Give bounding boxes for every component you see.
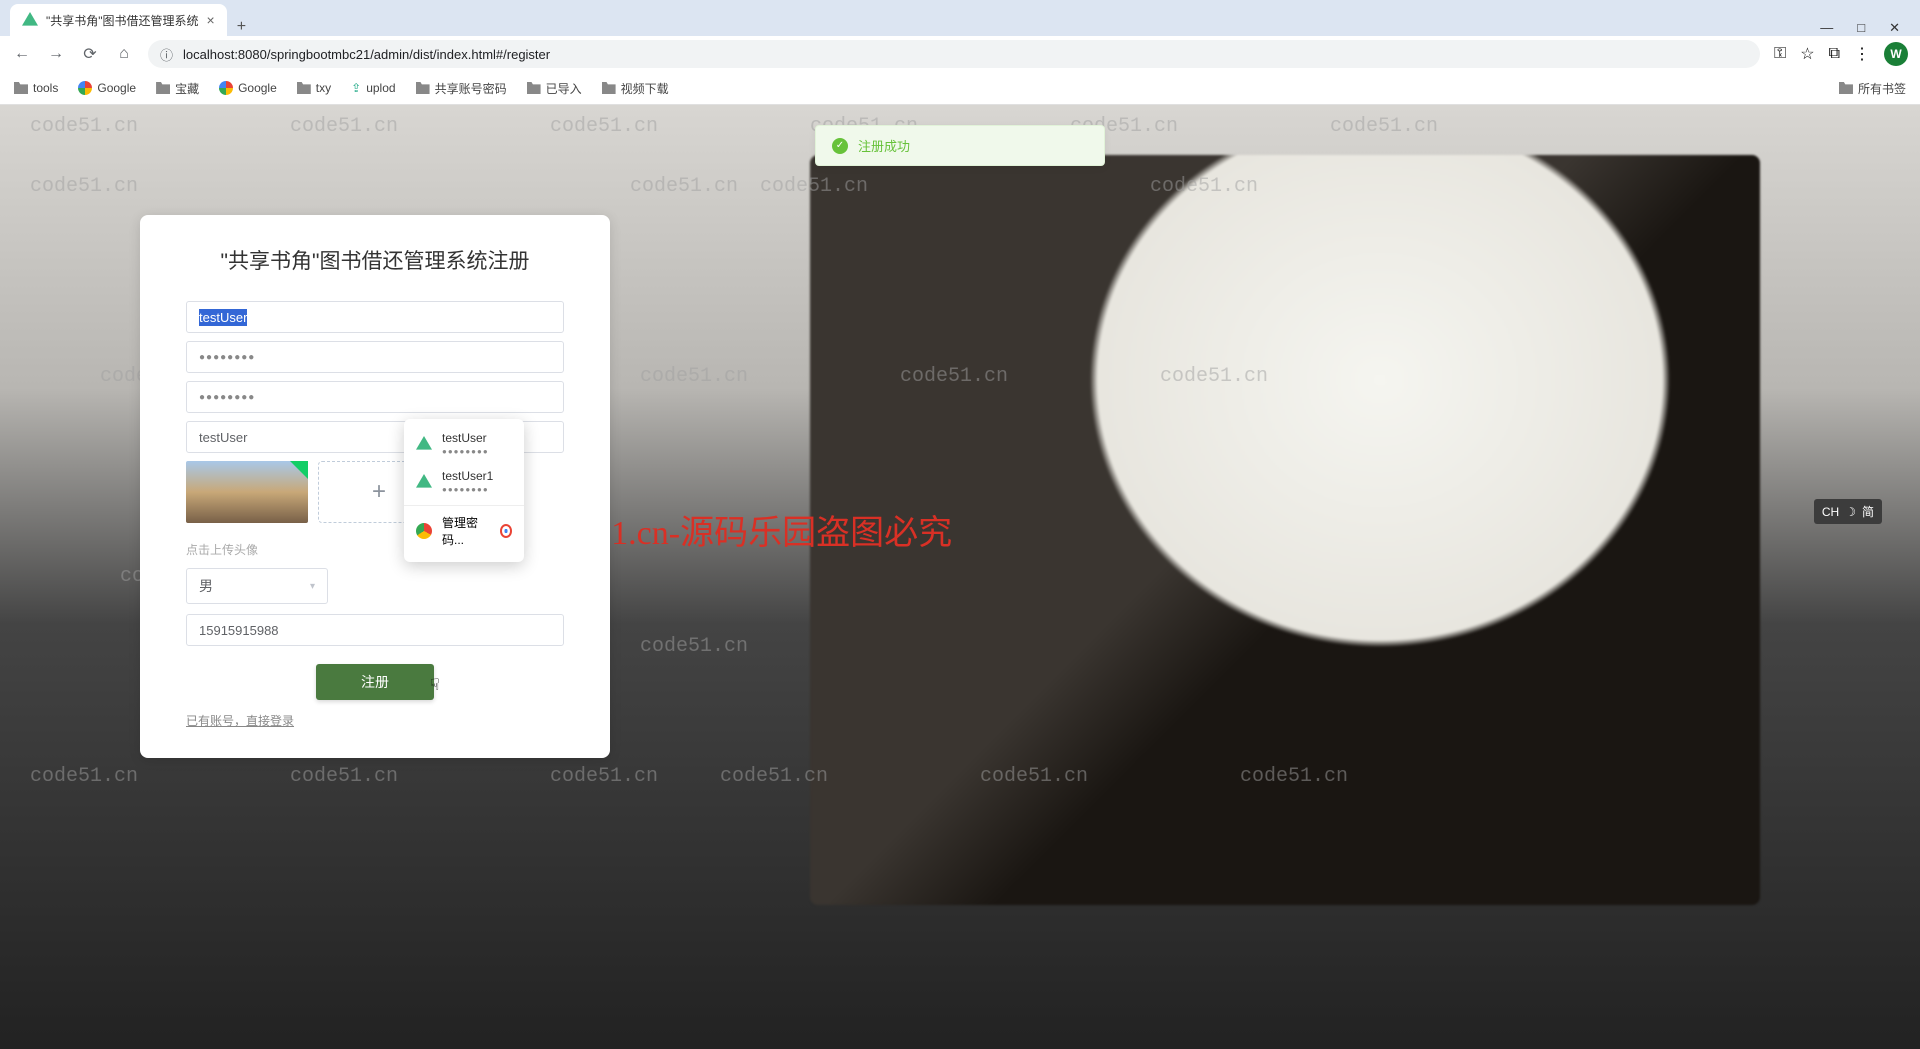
tab-title: "共享书角"图书借还管理系统 [46, 12, 199, 29]
login-link[interactable]: 已有账号，直接登录 [186, 714, 294, 728]
manage-passwords-button[interactable]: 管理密码... [404, 505, 524, 556]
page-content: code51.cn code51.cn code51.cn code51.cn … [0, 105, 1920, 1049]
bookmark-star-icon[interactable]: ☆ [1800, 44, 1814, 64]
password-suggestion-item[interactable]: testUser ●●●●●●●● [404, 425, 524, 463]
confirm-password-input[interactable]: ●●●●●●●● [186, 381, 564, 413]
window-controls: — □ ✕ [1800, 20, 1920, 36]
folder-icon [297, 82, 311, 94]
success-toast: ✓ 注册成功 [815, 125, 1105, 166]
vue-favicon-icon [22, 12, 38, 28]
maximize-button[interactable]: □ [1857, 20, 1865, 36]
home-button[interactable]: ⌂ [114, 44, 134, 64]
bookmark-video-dl[interactable]: 视频下载 [602, 80, 669, 97]
username-input[interactable]: testUser [186, 301, 564, 333]
background-book-image [810, 155, 1760, 905]
site-info-icon[interactable]: ⓘ [160, 45, 173, 64]
google-passwords-icon [500, 524, 512, 538]
chrome-icon [416, 523, 432, 539]
bookmark-treasure[interactable]: 宝藏 [156, 80, 199, 97]
ime-indicator[interactable]: CH ☽ 简 [1814, 499, 1882, 524]
all-bookmarks[interactable]: 所有书签 [1839, 80, 1906, 97]
card-title: "共享书角"图书借还管理系统注册 [186, 245, 564, 275]
password-input[interactable]: ●●●●●●●● [186, 341, 564, 373]
gender-value: 男 [199, 576, 213, 596]
bookmark-google2[interactable]: Google [219, 81, 277, 95]
password-suggestion-dropdown: testUser ●●●●●●●● testUser1 ●●●●●●●● 管理密… [404, 419, 524, 562]
google-icon [219, 81, 233, 95]
upload-icon: ⇪ [351, 81, 361, 95]
forward-button[interactable]: → [46, 44, 66, 64]
bookmark-imported[interactable]: 已导入 [527, 80, 582, 97]
new-tab-button[interactable]: + [227, 18, 256, 36]
vue-site-icon [416, 436, 432, 452]
close-window-button[interactable]: ✕ [1889, 20, 1900, 36]
gender-select[interactable]: 男 ▾ [186, 568, 328, 604]
bookmark-shared-pw[interactable]: 共享账号密码 [416, 80, 507, 97]
google-icon [78, 81, 92, 95]
folder-icon [416, 82, 430, 94]
password-key-icon[interactable]: ⚿ [1774, 45, 1786, 63]
success-check-icon: ✓ [832, 138, 848, 154]
chevron-down-icon: ▾ [310, 581, 315, 592]
menu-icon[interactable]: ⋮ [1854, 44, 1870, 64]
browser-chrome: "共享书角"图书借还管理系统 × + — □ ✕ ← → ⟳ ⌂ ⓘ local… [0, 0, 1920, 105]
vue-site-icon [416, 474, 432, 490]
folder-icon [527, 82, 541, 94]
bookmark-txy[interactable]: txy [297, 81, 331, 95]
moon-icon: ☽ [1845, 505, 1856, 519]
folder-icon [14, 82, 28, 94]
profile-avatar[interactable]: W [1884, 42, 1908, 66]
toast-text: 注册成功 [858, 136, 910, 155]
url-text: localhost:8080/springbootmbc21/admin/dis… [183, 47, 550, 62]
url-input[interactable]: ⓘ localhost:8080/springbootmbc21/admin/d… [148, 40, 1760, 68]
extensions-icon[interactable]: ⧉ [1829, 45, 1840, 63]
uploaded-avatar-thumbnail[interactable] [186, 461, 308, 523]
close-tab-icon[interactable]: × [207, 12, 215, 28]
password-suggestion-item[interactable]: testUser1 ●●●●●●●● [404, 463, 524, 501]
bookmark-uplod[interactable]: ⇪uplod [351, 81, 395, 95]
phone-input[interactable] [186, 614, 564, 646]
upload-success-badge-icon [290, 461, 308, 479]
bookmarks-bar: tools Google 宝藏 Google txy ⇪uplod 共享账号密码… [0, 72, 1920, 104]
folder-icon [1839, 82, 1853, 94]
folder-icon [156, 82, 170, 94]
address-bar: ← → ⟳ ⌂ ⓘ localhost:8080/springbootmbc21… [0, 36, 1920, 72]
minimize-button[interactable]: — [1820, 20, 1833, 36]
register-card: "共享书角"图书借还管理系统注册 testUser ●●●●●●●● ●●●●●… [140, 215, 610, 758]
tab-bar: "共享书角"图书借还管理系统 × + — □ ✕ [0, 0, 1920, 36]
folder-icon [602, 82, 616, 94]
register-button[interactable]: 注册 [316, 664, 434, 700]
reload-button[interactable]: ⟳ [80, 44, 100, 64]
bookmark-tools[interactable]: tools [14, 81, 58, 95]
bookmark-google[interactable]: Google [78, 81, 136, 95]
back-button[interactable]: ← [12, 44, 32, 64]
browser-tab[interactable]: "共享书角"图书借还管理系统 × [10, 4, 227, 36]
